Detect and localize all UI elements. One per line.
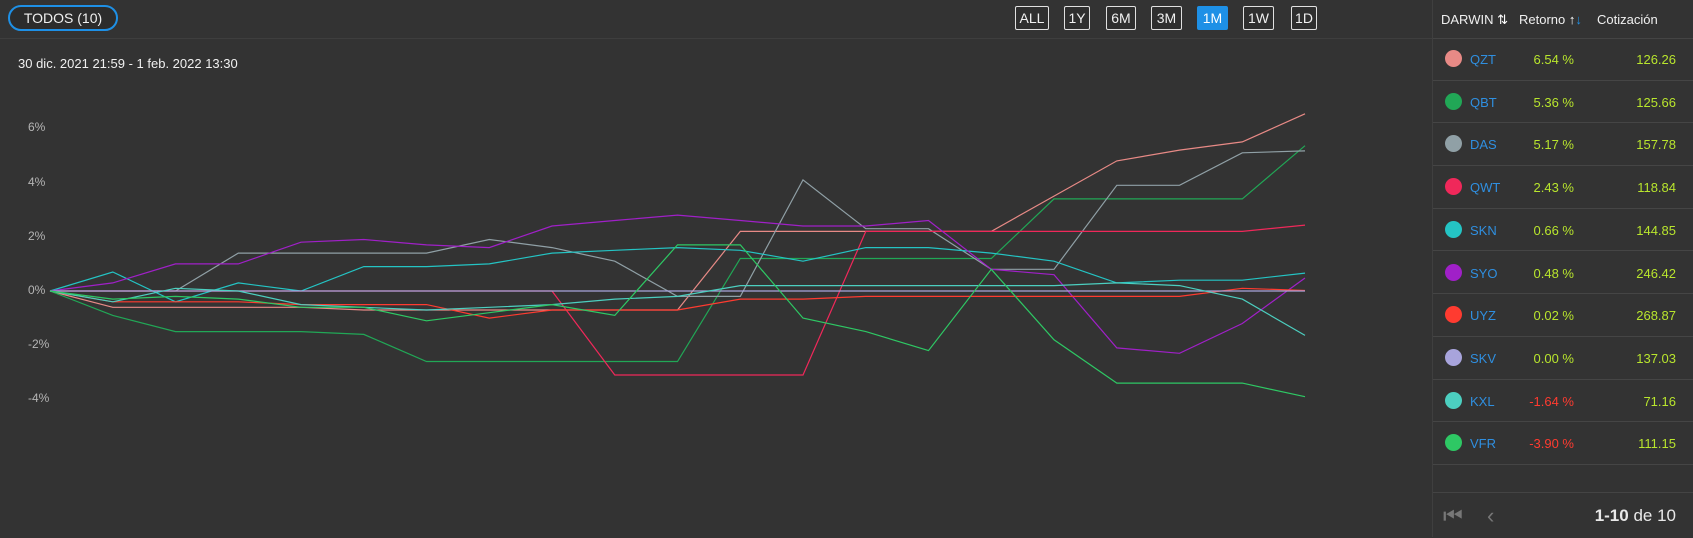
darwin-symbol[interactable]: SYO bbox=[1470, 266, 1497, 281]
table-row[interactable]: QBT 5.36 % 125.66 bbox=[1433, 81, 1693, 124]
series-color-dot bbox=[1445, 263, 1462, 281]
price-value: 157.78 bbox=[1636, 137, 1676, 153]
series-color-dot bbox=[1445, 306, 1462, 324]
series-line-syo bbox=[49, 214, 1306, 354]
series-color-dot bbox=[1445, 178, 1462, 196]
darwin-symbol[interactable]: VFR bbox=[1470, 436, 1496, 451]
darwin-symbol[interactable]: QZT bbox=[1470, 52, 1496, 67]
price-value: 144.85 bbox=[1636, 222, 1676, 238]
y-tick-label: -4% bbox=[28, 391, 50, 406]
returns-line-chart bbox=[49, 113, 1306, 398]
series-line-das bbox=[50, 150, 1306, 297]
darwin-symbol[interactable]: UYZ bbox=[1470, 308, 1496, 323]
return-value: 0.02 % bbox=[1533, 308, 1574, 324]
return-value: 6.54 % bbox=[1533, 52, 1574, 67]
price-value: 71.16 bbox=[1643, 393, 1676, 409]
y-tick-label: 2% bbox=[28, 228, 46, 243]
return-value: 2.43 % bbox=[1533, 180, 1574, 196]
chart-panel: TODOS (10) ALL 1Y 6M 3M 1M 1W 1D 30 dic.… bbox=[0, 0, 1432, 537]
header-darwin[interactable]: DARWIN ⇅ bbox=[1441, 12, 1508, 28]
darwin-table: DARWIN ⇅ Retorno ↑↓ Cotización QZT 6.54 %… bbox=[1432, 0, 1693, 537]
series-line-uyz bbox=[49, 287, 1306, 319]
series-line-qzt bbox=[49, 113, 1306, 311]
darwin-symbol[interactable]: QBT bbox=[1470, 95, 1497, 110]
series-color-dot bbox=[1445, 391, 1462, 409]
table-row[interactable]: QWT 2.43 % 118.84 bbox=[1433, 166, 1693, 209]
price-value: 126.26 bbox=[1636, 52, 1676, 67]
price-value: 118.84 bbox=[1637, 180, 1676, 196]
table-row[interactable]: SYO 0.48 % 246.42 bbox=[1433, 252, 1693, 295]
y-tick-label: 0% bbox=[28, 283, 46, 297]
table-row[interactable]: SKV 0.00 % 137.03 bbox=[1433, 337, 1693, 380]
series-color-dot bbox=[1445, 220, 1462, 238]
table-header: DARWIN ⇅ Retorno ↑↓ Cotización bbox=[1433, 0, 1693, 39]
table-row[interactable]: SKN 0.66 % 144.85 bbox=[1433, 209, 1693, 252]
series-line-skn bbox=[49, 246, 1306, 303]
y-tick-label: 4% bbox=[28, 174, 46, 189]
darwin-symbol[interactable]: KXL bbox=[1470, 394, 1495, 409]
darwin-symbol[interactable]: QWT bbox=[1470, 180, 1500, 195]
sort-arrows-icon: ⇅ bbox=[1497, 12, 1509, 27]
series-color-dot bbox=[1445, 348, 1462, 366]
darwin-symbol[interactable]: DAS bbox=[1470, 137, 1497, 152]
return-value: 0.48 % bbox=[1533, 265, 1574, 281]
return-value: 0.00 % bbox=[1533, 350, 1574, 366]
return-value: 5.36 % bbox=[1533, 94, 1574, 110]
table-row[interactable]: QZT 6.54 % 126.26 bbox=[1433, 38, 1693, 81]
y-tick-label: -2% bbox=[28, 337, 50, 352]
header-cotizacion[interactable]: Cotización bbox=[1597, 12, 1658, 27]
page-indicator: 1-10 de 10 bbox=[1594, 506, 1676, 525]
return-value: -3.90 % bbox=[1529, 436, 1574, 452]
darwin-symbol[interactable]: SKV bbox=[1470, 351, 1496, 366]
return-value: -1.64 % bbox=[1529, 393, 1574, 409]
series-color-dot bbox=[1445, 135, 1462, 153]
pagination: ⏮ ‹ 1-10 de 10 bbox=[1433, 492, 1693, 538]
table-row[interactable]: UYZ 0.02 % 268.87 bbox=[1433, 294, 1693, 337]
price-value: 246.42 bbox=[1636, 265, 1676, 281]
price-value: 268.87 bbox=[1636, 308, 1676, 324]
y-tick-label: 6% bbox=[28, 120, 46, 135]
price-value: 125.66 bbox=[1636, 94, 1676, 110]
price-value: 137.03 bbox=[1636, 350, 1676, 366]
darwin-symbol[interactable]: SKN bbox=[1470, 223, 1497, 238]
table-row[interactable]: KXL -1.64 % 71.16 bbox=[1433, 380, 1693, 423]
table-row[interactable]: DAS 5.17 % 157.78 bbox=[1433, 123, 1693, 167]
return-value: 0.66 % bbox=[1533, 222, 1574, 238]
sort-down-icon: ↓ bbox=[1575, 12, 1582, 27]
prev-page-icon[interactable]: ‹ bbox=[1487, 503, 1494, 529]
table-row[interactable]: VFR -3.90 % 111.15 bbox=[1433, 422, 1693, 465]
series-color-dot bbox=[1445, 92, 1462, 110]
series-line-vfr bbox=[49, 244, 1306, 398]
series-color-dot bbox=[1445, 434, 1462, 452]
first-page-icon[interactable]: ⏮ bbox=[1443, 503, 1463, 529]
header-retorno[interactable]: Retorno ↑↓ bbox=[1519, 12, 1582, 27]
series-color-dot bbox=[1445, 50, 1462, 67]
price-value: 111.15 bbox=[1638, 436, 1676, 452]
return-value: 5.17 % bbox=[1533, 137, 1574, 153]
